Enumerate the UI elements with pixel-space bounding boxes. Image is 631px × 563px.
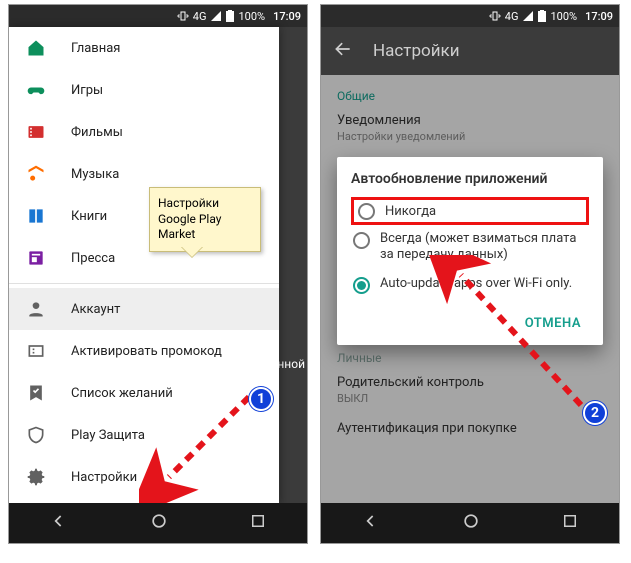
- signal-icon: [522, 10, 534, 22]
- status-bar: 4G 100% 17:09: [321, 5, 619, 27]
- left-body: нной Главная Игры Фильмы Музыка Книги Пресса А…: [9, 27, 307, 505]
- appbar-title: Настройки: [373, 41, 460, 61]
- nav-recent-icon[interactable]: [249, 512, 267, 534]
- drawer-label: Книги: [71, 209, 107, 224]
- opt-wifi[interactable]: Auto-update apps over Wi-Fi only.: [351, 270, 589, 300]
- settings-icon: [25, 467, 47, 487]
- battery-text: 100%: [550, 10, 577, 23]
- drawer-label: Play Защита: [71, 428, 145, 443]
- drawer-item-protect[interactable]: Play Защита: [9, 414, 279, 456]
- clock: 17:09: [273, 10, 301, 23]
- promo-icon: [25, 341, 47, 361]
- drawer-label: Музыка: [71, 167, 119, 182]
- android-navbar: [321, 503, 619, 543]
- vibrate-icon: [489, 10, 501, 22]
- callout-tooltip: Настройки Google Play Market: [149, 187, 261, 252]
- nav-back-icon[interactable]: [361, 511, 381, 535]
- movies-icon: [25, 122, 47, 142]
- account-icon: [25, 299, 47, 319]
- drawer-label: Пресса: [71, 251, 115, 266]
- opt-wifi-label: Auto-update apps over Wi-Fi only.: [380, 276, 572, 292]
- back-arrow-icon[interactable]: [333, 39, 353, 64]
- drawer-label: Активировать промокод: [71, 344, 222, 359]
- android-navbar: [9, 503, 307, 543]
- step-badge-2: 2: [583, 401, 607, 425]
- battery-icon: [226, 10, 234, 22]
- network-icon: 4G: [193, 10, 207, 23]
- app-bar: Настройки: [321, 27, 619, 75]
- strip-text: нной: [277, 357, 305, 371]
- nav-back-icon[interactable]: [49, 511, 69, 535]
- drawer-item-movies[interactable]: Фильмы: [9, 111, 279, 153]
- drawer-label: Игры: [71, 83, 103, 98]
- status-bar: 4G 100% 17:09: [9, 5, 307, 27]
- battery-text: 100%: [238, 10, 265, 23]
- opt-always[interactable]: Всегда (может взиматься плата за передач…: [351, 225, 589, 270]
- drawer-label: Главная: [71, 41, 120, 56]
- auto-update-dialog: Автообновление приложений Никогда Всегда…: [337, 157, 603, 345]
- cancel-button[interactable]: ОТМЕНА: [517, 310, 589, 337]
- phone-left: 4G 100% 17:09 нной Главная Игры Фильмы Музы…: [8, 4, 308, 544]
- opt-never-label[interactable]: Никогда: [385, 204, 436, 219]
- protect-icon: [25, 425, 47, 445]
- highlight-never: Никогда: [351, 197, 589, 225]
- games-icon: [25, 80, 47, 100]
- nav-home-icon[interactable]: [461, 511, 481, 535]
- drawer-item-account[interactable]: Аккаунт: [9, 288, 279, 330]
- clock: 17:09: [585, 10, 613, 23]
- battery-icon: [538, 10, 546, 22]
- dialog-title: Автообновление приложений: [351, 171, 589, 187]
- nav-recent-icon[interactable]: [561, 512, 579, 534]
- nav-drawer: Главная Игры Фильмы Музыка Книги Пресса Аккаун…: [9, 27, 279, 505]
- settings-body: Общие Уведомления Настройки уведомлений …: [321, 75, 619, 505]
- drawer-item-wishlist[interactable]: Список желаний: [9, 372, 279, 414]
- opt-always-label: Всегда (может взиматься плата за передач…: [380, 231, 587, 264]
- drawer-item-games[interactable]: Игры: [9, 69, 279, 111]
- phone-right: 4G 100% 17:09 Настройки Общие Уведомлени…: [320, 4, 620, 544]
- network-icon: 4G: [505, 10, 519, 23]
- dialog-scrim[interactable]: Автообновление приложений Никогда Всегда…: [321, 75, 619, 505]
- signal-icon: [210, 10, 222, 22]
- nav-home-icon[interactable]: [149, 511, 169, 535]
- drawer-label: Список желаний: [71, 386, 173, 401]
- music-icon: [25, 164, 47, 184]
- books-icon: [25, 206, 47, 226]
- drawer-label: Настройки: [71, 470, 137, 485]
- wishlist-icon: [25, 383, 47, 403]
- drawer-label: Фильмы: [71, 125, 123, 140]
- drawer-item-settings[interactable]: Настройки: [9, 456, 279, 498]
- drawer-item-promo[interactable]: Активировать промокод: [9, 330, 279, 372]
- background-strip: нной: [277, 27, 307, 505]
- vibrate-icon: [177, 10, 189, 22]
- drawer-label: Аккаунт: [71, 302, 120, 317]
- radio-always[interactable]: [353, 232, 370, 249]
- radio-never[interactable]: [358, 203, 375, 220]
- radio-wifi[interactable]: [353, 277, 370, 294]
- drawer-item-home[interactable]: Главная: [9, 27, 279, 69]
- step-badge-1: 1: [249, 387, 273, 411]
- press-icon: [25, 248, 47, 268]
- home-icon: [25, 38, 47, 58]
